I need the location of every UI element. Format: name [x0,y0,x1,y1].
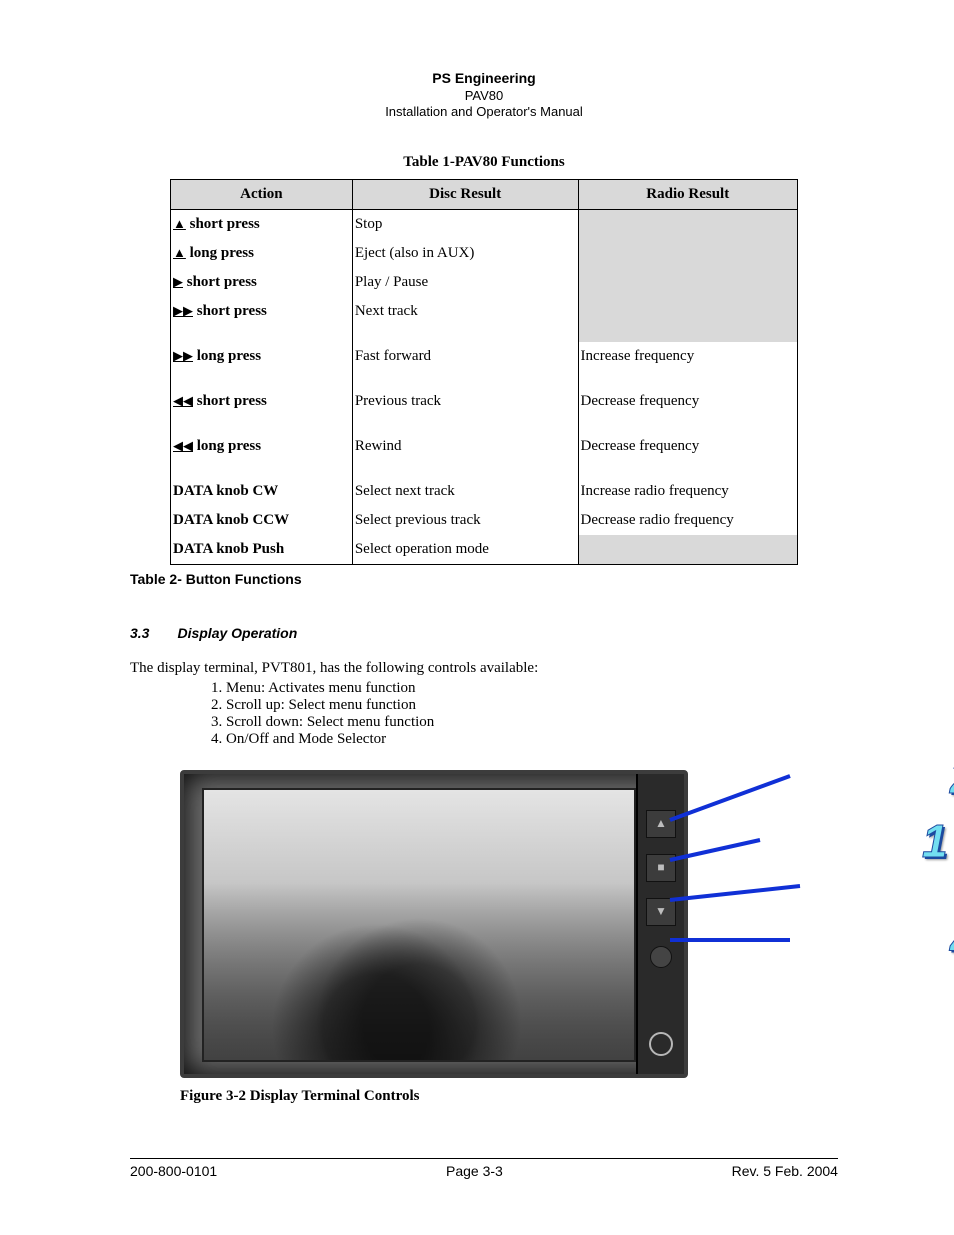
list-item: Scroll down: Select menu function [226,714,838,731]
figure-caption: Figure 3-2 Display Terminal Controls [180,1088,838,1105]
table-row: DATA knob CWSelect next trackIncrease ra… [171,477,798,506]
page-footer: 200-800-0101 Page 3-3 Rev. 5 Feb. 2004 [130,1158,838,1179]
cell-radio: Decrease radio frequency [578,506,797,535]
cell-radio: Increase frequency [578,342,797,387]
cell-disc: Select previous track [352,506,578,535]
functions-table: Action Disc Result Radio Result ▲ short … [170,179,798,565]
table-title: Table 1-PAV80 Functions [130,154,838,171]
table-row: ◀◀ long pressRewindDecrease frequency [171,432,798,477]
cell-disc: Eject (also in AUX) [352,239,578,268]
header-product: PAV80 [130,88,838,104]
cell-radio [578,239,797,268]
table-caption: Table 2- Button Functions [130,571,838,587]
footer-docnum: 200-800-0101 [130,1163,217,1179]
list-item: On/Off and Mode Selector [226,731,838,748]
page-header: PS Engineering PAV80 Installation and Op… [130,70,838,120]
cell-action: ◀◀ long press [171,432,353,477]
callout-2: 2 [950,750,954,804]
table-row: ◀◀ short pressPrevious trackDecrease fre… [171,387,798,432]
cell-disc: Select operation mode [352,535,578,565]
section-heading: 3.3 Display Operation [130,625,838,641]
col-radio: Radio Result [578,180,797,210]
cell-action: ▲ short press [171,210,353,240]
cell-disc: Fast forward [352,342,578,387]
cell-action: DATA knob Push [171,535,353,565]
cell-radio [578,210,797,240]
cell-radio: Decrease frequency [578,432,797,477]
cell-action: ▲ long press [171,239,353,268]
display-screen [202,788,636,1062]
table-row: ▲ short pressStop [171,210,798,240]
callout-4: 4 [950,914,954,968]
section-title: Display Operation [177,625,297,641]
cell-disc: Next track [352,297,578,342]
cell-radio: Decrease frequency [578,387,797,432]
cell-disc: Select next track [352,477,578,506]
cell-action: ▶▶ short press [171,297,353,342]
table-row: ▲ long pressEject (also in AUX) [171,239,798,268]
section-intro: The display terminal, PVT801, has the fo… [130,659,838,678]
cell-action: ▶▶ long press [171,342,353,387]
cell-disc: Previous track [352,387,578,432]
cell-radio [578,268,797,297]
table-row: ▶ short pressPlay / Pause [171,268,798,297]
cell-radio [578,535,797,565]
cell-radio [578,297,797,342]
table-row: ▶▶ short pressNext track [171,297,798,342]
header-company: PS Engineering [130,70,838,88]
list-item: Menu: Activates menu function [226,680,838,697]
table-row: ▶▶ long pressFast forwardIncrease freque… [171,342,798,387]
section-number: 3.3 [130,625,149,641]
table-row: DATA knob PushSelect operation mode [171,535,798,565]
callout-numbers: 2 1 3 4 [810,764,954,1084]
header-doctype: Installation and Operator's Manual [130,104,838,120]
col-action: Action [171,180,353,210]
figure-wrap: ▲ ■ ▼ 2 1 3 4 [180,770,830,1078]
col-disc: Disc Result [352,180,578,210]
footer-revision: Rev. 5 Feb. 2004 [732,1163,838,1179]
display-device: ▲ ■ ▼ [180,770,688,1078]
cell-action: DATA knob CW [171,477,353,506]
cell-disc: Play / Pause [352,268,578,297]
callout-1: 1 [922,814,948,868]
cell-radio: Increase radio frequency [578,477,797,506]
list-item: Scroll up: Select menu function [226,697,838,714]
controls-list: Menu: Activates menu functionScroll up: … [226,680,838,748]
cell-action: ◀◀ short press [171,387,353,432]
table-row: DATA knob CCWSelect previous trackDecrea… [171,506,798,535]
cell-action: ▶ short press [171,268,353,297]
cell-disc: Stop [352,210,578,240]
cell-action: DATA knob CCW [171,506,353,535]
footer-pagenum: Page 3-3 [446,1163,503,1179]
callout-lines [650,760,830,1080]
cell-disc: Rewind [352,432,578,477]
